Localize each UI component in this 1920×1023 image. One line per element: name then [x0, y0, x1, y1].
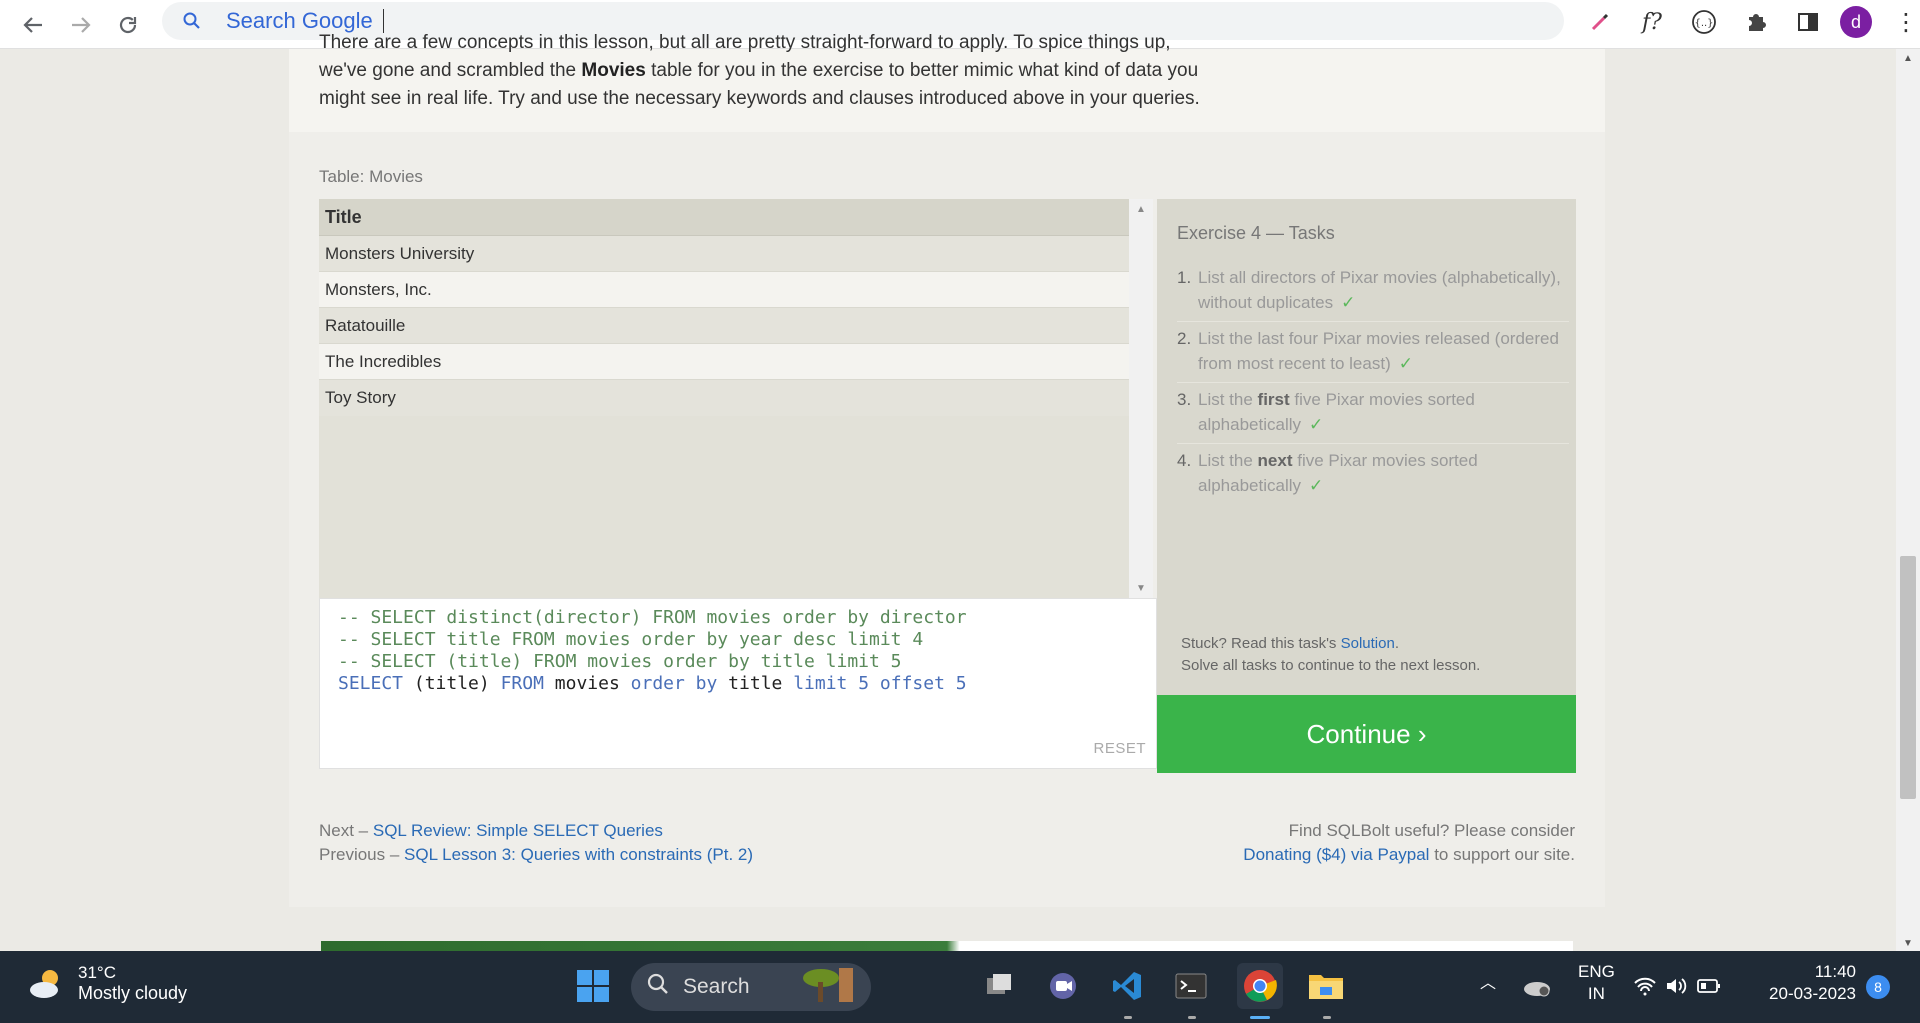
- onedrive-icon[interactable]: [1514, 963, 1560, 1009]
- weather-widget[interactable]: 31°C Mostly cloudy: [26, 963, 187, 1004]
- app-running-indicator: [1323, 1016, 1331, 1019]
- table-scrollbar[interactable]: ▲ ▼: [1129, 199, 1153, 598]
- menu-kebab-icon[interactable]: ⋮: [1886, 2, 1920, 42]
- reset-button[interactable]: RESET: [1093, 738, 1146, 760]
- table-row: Monsters, Inc.: [319, 272, 1153, 308]
- tray-overflow-icon[interactable]: ︿: [1480, 973, 1496, 995]
- previous-lesson-link[interactable]: SQL Lesson 3: Queries with constraints (…: [404, 845, 753, 864]
- scroll-up-arrow-icon[interactable]: ▲: [1129, 199, 1153, 219]
- task-item: 4. List the next five Pixar movies sorte…: [1177, 451, 1478, 495]
- back-button[interactable]: [16, 8, 50, 42]
- checkmark-icon: ✓: [1341, 293, 1356, 312]
- lesson-nav: Next – SQL Review: Simple SELECT Queries…: [319, 821, 754, 864]
- vscode-icon[interactable]: [1104, 963, 1150, 1009]
- continue-button[interactable]: Continue ›: [1157, 695, 1576, 773]
- terminal-icon[interactable]: [1168, 963, 1214, 1009]
- intro-line-0: There are a few concepts in this lesson,…: [319, 32, 1171, 53]
- svg-text:{..}: {..}: [1694, 18, 1713, 29]
- editor-line: -- SELECT distinct(director) FROM movies…: [338, 607, 967, 628]
- table-label: Table: Movies: [319, 167, 423, 186]
- table-header-title: Title: [319, 199, 1153, 236]
- side-panel-icon[interactable]: [1788, 2, 1828, 42]
- checkmark-icon: ✓: [1309, 415, 1324, 434]
- clock[interactable]: 11:40 20-03-2023: [1760, 961, 1856, 1005]
- page-scrollbar[interactable]: ▲ ▼: [1896, 49, 1920, 952]
- task-view-icon[interactable]: [976, 963, 1022, 1009]
- task-item: 3. List the first five Pixar movies sort…: [1177, 383, 1569, 444]
- taskbar-search[interactable]: Search: [631, 963, 871, 1011]
- file-explorer-icon[interactable]: [1303, 963, 1349, 1009]
- table-row: Toy Story: [319, 380, 1153, 416]
- app-running-indicator: [1124, 1016, 1132, 1019]
- checkmark-icon: ✓: [1309, 476, 1324, 495]
- arrow-right-icon: [72, 17, 91, 33]
- table-row: Monsters University: [319, 236, 1153, 272]
- solution-link[interactable]: Solution: [1341, 635, 1395, 652]
- app-active-indicator: [1250, 1016, 1270, 1019]
- editor-line-active: SELECT (title) FROM movies order by titl…: [338, 673, 967, 694]
- intro-line-1: we've gone and scrambled the Movies tabl…: [319, 60, 1199, 81]
- reload-button[interactable]: [111, 8, 145, 42]
- donate-note: Find SQLBolt useful? Please consider Don…: [1243, 821, 1575, 864]
- teams-chat-icon[interactable]: [1040, 963, 1086, 1009]
- solve-all-note: Solve all tasks to continue to the next …: [1181, 657, 1481, 674]
- chrome-icon[interactable]: [1237, 963, 1283, 1009]
- table-row: Ratatouille: [319, 308, 1153, 344]
- search-icon: [180, 9, 204, 33]
- lesson-intro: There are a few concepts in this lesson,…: [289, 32, 1605, 132]
- donate-link[interactable]: Donating ($4) via Paypal: [1243, 845, 1429, 864]
- task-item: 2. List the last four Pixar movies relea…: [1177, 322, 1569, 383]
- search-icon: [647, 973, 669, 1001]
- volume-icon[interactable]: [1660, 963, 1694, 1009]
- scroll-down-arrow-icon[interactable]: ▼: [1129, 578, 1153, 598]
- weather-temp: 31°C: [78, 963, 116, 982]
- app-running-indicator: [1188, 1016, 1196, 1019]
- lesson-page: There are a few concepts in this lesson,…: [289, 32, 1605, 907]
- scroll-up-arrow-icon[interactable]: ▲: [1896, 49, 1920, 67]
- notification-badge[interactable]: 8: [1866, 975, 1890, 999]
- windows-start-icon[interactable]: [570, 963, 616, 1009]
- battery-icon[interactable]: [1692, 963, 1726, 1009]
- next-lesson-link[interactable]: SQL Review: Simple SELECT Queries: [373, 821, 663, 840]
- windows-taskbar: 31°C Mostly cloudy Search ︿ ENG IN 11:40…: [0, 951, 1920, 1023]
- stuck-help: Stuck? Read this task's Solution. Solve …: [1181, 633, 1480, 677]
- code-extension-icon[interactable]: {..}: [1684, 2, 1724, 42]
- movies-table[interactable]: Title Monsters University Monsters, Inc.…: [319, 199, 1153, 598]
- forward-button[interactable]: [64, 8, 98, 42]
- language-indicator[interactable]: ENG IN: [1578, 961, 1615, 1005]
- ad-banner[interactable]: [321, 941, 1573, 951]
- editor-line: -- SELECT (title) FROM movies order by t…: [338, 651, 902, 672]
- partly-cloudy-icon: [26, 964, 66, 1004]
- sql-editor[interactable]: -- SELECT distinct(director) FROM movies…: [319, 598, 1157, 769]
- puzzle-icon[interactable]: [1736, 2, 1776, 42]
- reload-icon: [119, 16, 137, 34]
- formula-icon[interactable]: f?: [1632, 2, 1672, 42]
- scroll-down-arrow-icon[interactable]: ▼: [1896, 934, 1920, 952]
- extension-area: f? {..} d ⋮: [1580, 2, 1920, 42]
- tasks-heading: Exercise 4 — Tasks: [1177, 223, 1335, 243]
- task-item: 1. List all directors of Pixar movies (a…: [1177, 261, 1569, 322]
- editor-line: -- SELECT title FROM movies order by yea…: [338, 629, 924, 650]
- profile-avatar[interactable]: d: [1840, 6, 1872, 38]
- color-picker-icon[interactable]: [1580, 2, 1620, 42]
- table-row: The Incredibles: [319, 344, 1153, 380]
- intro-line-2: might see in real life. Try and use the …: [319, 88, 1200, 109]
- checkmark-icon: ✓: [1398, 354, 1413, 373]
- weather-status: Mostly cloudy: [78, 983, 188, 1003]
- scrollbar-thumb[interactable]: [1900, 556, 1916, 799]
- tasks-panel: Exercise 4 — Tasks 1. List all directors…: [1157, 199, 1576, 695]
- arrow-left-icon: [23, 17, 42, 33]
- task-list: 1. List all directors of Pixar movies (a…: [1177, 261, 1569, 504]
- tree-highlight-icon: [801, 964, 857, 1010]
- wifi-icon[interactable]: [1628, 963, 1662, 1009]
